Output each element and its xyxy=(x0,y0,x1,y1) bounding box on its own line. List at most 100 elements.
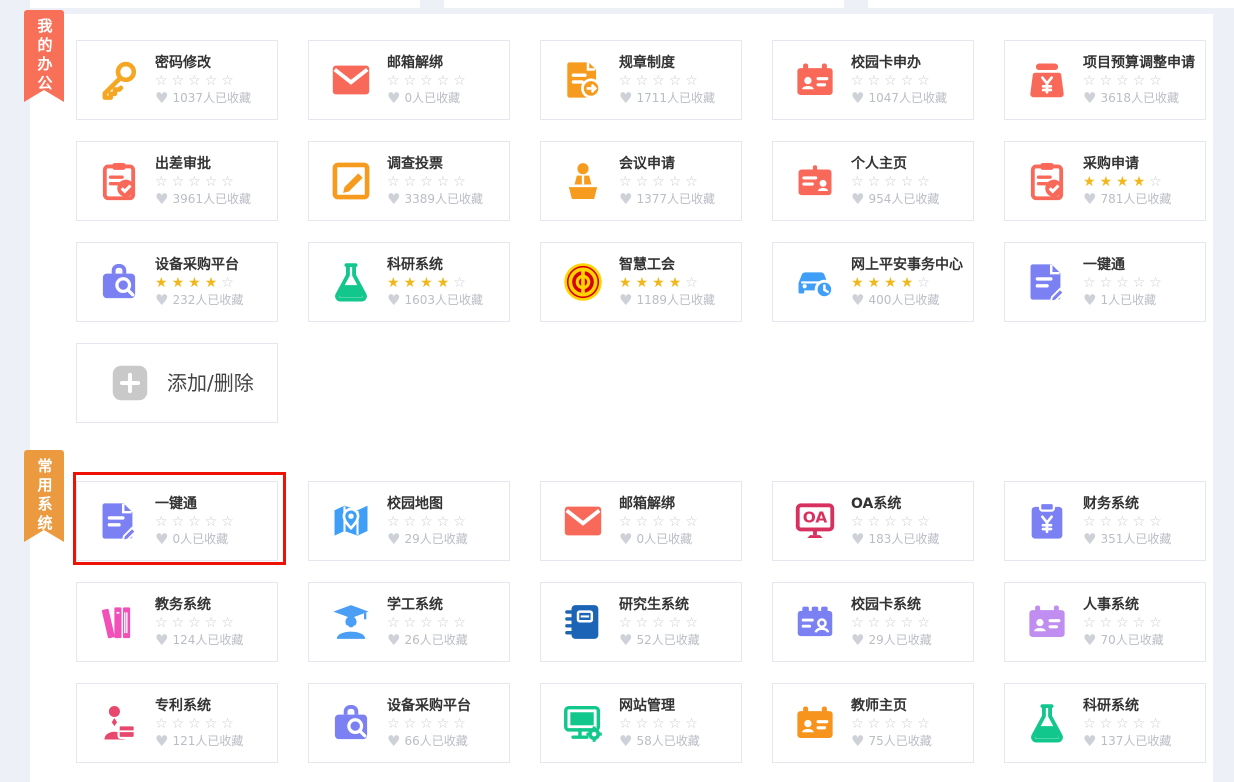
star-empty-icon: ☆ xyxy=(1100,275,1117,291)
star-empty-icon: ☆ xyxy=(205,174,222,190)
star-empty-icon: ☆ xyxy=(420,716,437,732)
favorite-count-label: 29人已收藏 xyxy=(868,632,931,648)
star-empty-icon: ☆ xyxy=(851,73,868,89)
star-rating: ☆☆☆☆☆ xyxy=(155,514,238,531)
star-rating: ☆☆☆☆☆ xyxy=(851,174,939,191)
star-empty-icon: ☆ xyxy=(387,514,404,530)
service-card[interactable]: 出差审批☆☆☆☆☆♥3961人已收藏 xyxy=(76,141,278,221)
service-card[interactable]: 密码修改☆☆☆☆☆♥1037人已收藏 xyxy=(76,40,278,120)
star-empty-icon: ☆ xyxy=(884,73,901,89)
star-empty-icon: ☆ xyxy=(884,514,901,530)
clipboard-check-icon xyxy=(1024,158,1070,204)
service-card[interactable]: 智慧工会★★★★☆♥1189人已收藏 xyxy=(540,242,742,322)
heart-icon: ♥ xyxy=(1083,191,1096,207)
service-card[interactable]: 科研系统★★★★☆♥1603人已收藏 xyxy=(308,242,510,322)
star-empty-icon: ☆ xyxy=(205,615,222,631)
briefcase-search-icon xyxy=(328,700,374,746)
books-icon xyxy=(96,599,142,645)
favorite-count-label: 70人已收藏 xyxy=(1100,632,1163,648)
heart-icon: ♥ xyxy=(619,733,632,749)
service-card[interactable]: 科研系统☆☆☆☆☆♥137人已收藏 xyxy=(1004,683,1206,763)
briefcase-search-icon xyxy=(96,259,142,305)
service-card[interactable]: 财务系统☆☆☆☆☆♥351人已收藏 xyxy=(1004,481,1206,561)
favorite-count-label: 26人已收藏 xyxy=(404,632,467,648)
service-card[interactable]: 校园卡系统☆☆☆☆☆♥29人已收藏 xyxy=(772,582,974,662)
star-empty-icon: ☆ xyxy=(917,716,934,732)
service-card[interactable]: 设备采购平台☆☆☆☆☆♥66人已收藏 xyxy=(308,683,510,763)
star-filled-icon: ★ xyxy=(437,275,454,291)
star-empty-icon: ☆ xyxy=(868,73,885,89)
heart-icon: ♥ xyxy=(387,733,400,749)
service-card[interactable]: 网上平安事务中心★★★★☆♥400人已收藏 xyxy=(772,242,974,322)
ribbon-common-systems: 常用系统 xyxy=(24,450,64,542)
star-empty-icon: ☆ xyxy=(172,174,189,190)
heart-icon: ♥ xyxy=(851,90,864,106)
service-card[interactable]: 设备采购平台★★★★☆♥232人已收藏 xyxy=(76,242,278,322)
service-card[interactable]: 一键通☆☆☆☆☆♥0人已收藏 xyxy=(76,481,278,561)
star-rating: ☆☆☆☆☆ xyxy=(155,174,251,191)
star-empty-icon: ☆ xyxy=(420,514,437,530)
star-empty-icon: ☆ xyxy=(652,73,669,89)
doc-pencil-icon xyxy=(96,498,142,544)
service-card[interactable]: 研究生系统☆☆☆☆☆♥52人已收藏 xyxy=(540,582,742,662)
service-card[interactable]: 网站管理☆☆☆☆☆♥58人已收藏 xyxy=(540,683,742,763)
heart-icon: ♥ xyxy=(1083,632,1096,648)
card-title: OA系统 xyxy=(851,495,939,513)
service-card[interactable]: 教务系统☆☆☆☆☆♥124人已收藏 xyxy=(76,582,278,662)
star-empty-icon: ☆ xyxy=(917,73,934,89)
service-card[interactable]: OAOA系统☆☆☆☆☆♥183人已收藏 xyxy=(772,481,974,561)
star-rating: ★★★★☆ xyxy=(387,275,483,292)
card-title: 研究生系统 xyxy=(619,596,702,614)
star-empty-icon: ☆ xyxy=(205,73,222,89)
star-empty-icon: ☆ xyxy=(437,73,454,89)
card-title: 设备采购平台 xyxy=(387,697,471,715)
service-card[interactable]: 邮箱解绑☆☆☆☆☆♥0人已收藏 xyxy=(308,40,510,120)
star-empty-icon: ☆ xyxy=(1116,716,1133,732)
service-card[interactable]: 人事系统☆☆☆☆☆♥70人已收藏 xyxy=(1004,582,1206,662)
star-empty-icon: ☆ xyxy=(901,514,918,530)
favorite-count-label: 1人已收藏 xyxy=(1100,292,1156,308)
service-card[interactable]: 校园卡申办☆☆☆☆☆♥1047人已收藏 xyxy=(772,40,974,120)
star-empty-icon: ☆ xyxy=(188,514,205,530)
star-rating: ☆☆☆☆☆ xyxy=(387,615,470,632)
star-empty-icon: ☆ xyxy=(901,73,918,89)
service-card[interactable]: 采购申请★★★★☆♥781人已收藏 xyxy=(1004,141,1206,221)
card-title: 校园地图 xyxy=(387,495,470,513)
card-title: 项目预算调整申请 xyxy=(1083,54,1195,72)
service-card[interactable]: 规章制度☆☆☆☆☆♥1711人已收藏 xyxy=(540,40,742,120)
star-empty-icon: ☆ xyxy=(404,615,421,631)
service-card[interactable]: 会议申请☆☆☆☆☆♥1377人已收藏 xyxy=(540,141,742,221)
ribbon-my-office: 我的办公 xyxy=(24,10,64,102)
service-card[interactable]: 教师主页☆☆☆☆☆♥75人已收藏 xyxy=(772,683,974,763)
service-card[interactable]: 一键通☆☆☆☆☆♥1人已收藏 xyxy=(1004,242,1206,322)
ribbon-my-office-label: 我的办公 xyxy=(37,18,52,102)
union-icon xyxy=(560,259,606,305)
star-empty-icon: ☆ xyxy=(387,174,404,190)
card-title: 规章制度 xyxy=(619,54,715,72)
star-empty-icon: ☆ xyxy=(1116,615,1133,631)
service-card[interactable]: 个人主页☆☆☆☆☆♥954人已收藏 xyxy=(772,141,974,221)
heart-icon: ♥ xyxy=(155,292,168,308)
star-empty-icon: ☆ xyxy=(437,716,454,732)
service-card[interactable]: 项目预算调整申请☆☆☆☆☆♥3618人已收藏 xyxy=(1004,40,1206,120)
add-remove-card[interactable]: 添加/删除 xyxy=(76,343,278,423)
service-card[interactable]: 校园地图☆☆☆☆☆♥29人已收藏 xyxy=(308,481,510,561)
star-empty-icon: ☆ xyxy=(188,615,205,631)
service-card[interactable]: 调查投票☆☆☆☆☆♥3389人已收藏 xyxy=(308,141,510,221)
star-rating: ☆☆☆☆☆ xyxy=(1083,615,1166,632)
star-empty-icon: ☆ xyxy=(387,615,404,631)
star-empty-icon: ☆ xyxy=(188,73,205,89)
star-empty-icon: ☆ xyxy=(404,73,421,89)
favorite-count: ♥3961人已收藏 xyxy=(155,191,251,207)
service-card[interactable]: 专利系统☆☆☆☆☆♥121人已收藏 xyxy=(76,683,278,763)
favorite-count: ♥3618人已收藏 xyxy=(1083,90,1195,106)
star-rating: ☆☆☆☆☆ xyxy=(619,615,702,632)
favorite-count: ♥1711人已收藏 xyxy=(619,90,715,106)
card-title: 财务系统 xyxy=(1083,495,1171,513)
star-empty-icon: ☆ xyxy=(868,716,885,732)
favorite-count-label: 3618人已收藏 xyxy=(1100,90,1179,106)
service-card[interactable]: 学工系统☆☆☆☆☆♥26人已收藏 xyxy=(308,582,510,662)
heart-icon: ♥ xyxy=(619,531,632,547)
service-card[interactable]: 邮箱解绑☆☆☆☆☆♥0人已收藏 xyxy=(540,481,742,561)
favorite-count: ♥75人已收藏 xyxy=(851,733,934,749)
